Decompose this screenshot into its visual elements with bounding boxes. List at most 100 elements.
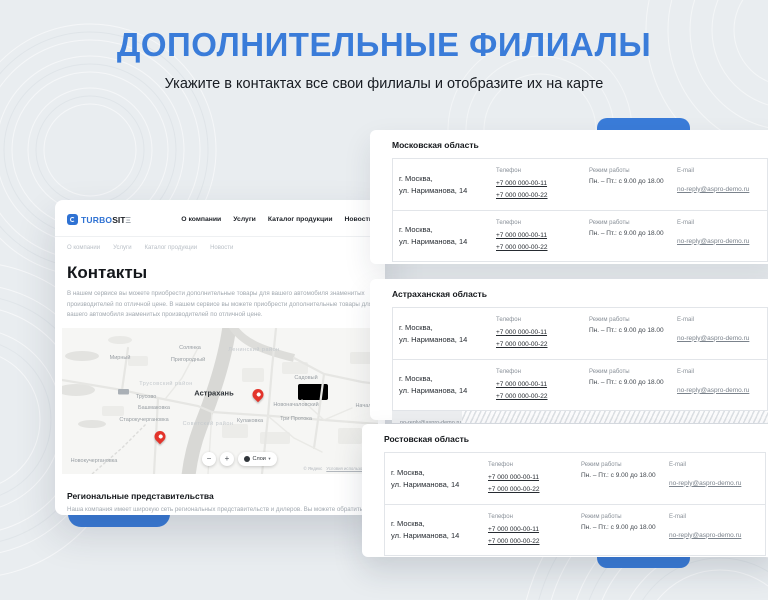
branch-address: г. Москва, ул. Нариманова, 14 — [399, 322, 496, 354]
hours-value: Пн. – Пт.: с 9.00 до 18.00 — [589, 327, 677, 334]
email-label: E-mail — [677, 369, 767, 375]
map-controls: − + Слои ▾ — [202, 452, 277, 466]
layers-icon — [244, 456, 250, 462]
hours-value: Пн. – Пт.: с 9.00 до 18.00 — [581, 472, 669, 479]
map-zoom-in-button[interactable]: + — [220, 452, 234, 466]
branch-row: г. Москва, ул. Нариманова, 14 Телефон +7… — [385, 504, 765, 555]
region-card: Московская область г. Москва, ул. Нарима… — [370, 130, 768, 264]
branch-address: г. Москва, ул. Нариманова, 14 — [391, 518, 488, 550]
map-place-label: Новоначаловский — [273, 402, 318, 408]
nav-item[interactable]: О компании — [181, 216, 221, 223]
email-link[interactable]: no-reply@aspro-demo.ru — [669, 532, 741, 539]
branch-hours-col: Режим работы Пн. – Пт.: с 9.00 до 18.00 — [589, 369, 677, 410]
turbosite-logo-icon — [67, 214, 78, 225]
email-label: E-mail — [677, 220, 767, 226]
breadcrumb-item[interactable]: Новости — [210, 245, 233, 251]
email-link[interactable]: no-reply@aspro-demo.ru — [669, 480, 741, 487]
phone-link[interactable]: +7 000 000-00-11 — [496, 178, 589, 190]
regional-text: Наша компания имеет широкую сеть региона… — [67, 505, 373, 515]
email-label: E-mail — [677, 168, 767, 174]
email-link[interactable]: no-reply@aspro-demo.ru — [677, 186, 749, 193]
map-place-label: Солянка — [179, 345, 201, 351]
nav-item[interactable]: Новости — [345, 216, 374, 223]
map-place-label: Новокучергановка — [71, 458, 118, 464]
phone-link[interactable]: +7 000 000-00-22 — [488, 536, 581, 548]
region-title: Московская область — [392, 140, 768, 150]
email-link[interactable]: no-reply@aspro-demo.ru — [677, 335, 749, 342]
branch-table: г. Москва, ул. Нариманова, 14 Телефон +7… — [384, 452, 766, 556]
breadcrumb-item[interactable]: Услуги — [113, 245, 131, 251]
layers-label: Слои — [253, 456, 266, 462]
map-layers-button[interactable]: Слои ▾ — [238, 452, 277, 466]
map-place-label: Три Протока — [280, 416, 312, 422]
hours-label: Режим работы — [589, 317, 677, 323]
branch-row: г. Москва, ул. Нариманова, 14 Телефон +7… — [393, 308, 767, 359]
branch-phone-col: Телефон +7 000 000-00-11 +7 000 000-00-2… — [488, 514, 581, 555]
site-header: TURBOSITΞ О компании Услуги Каталог продук… — [55, 200, 385, 237]
map-place-label: Мирный — [110, 355, 131, 361]
phone-link[interactable]: +7 000 000-00-11 — [496, 327, 589, 339]
branch-phone-col: Телефон +7 000 000-00-11 +7 000 000-00-2… — [496, 317, 589, 359]
branch-row: г. Москва, ул. Нариманова, 14 Телефон +7… — [393, 359, 767, 410]
phone-link[interactable]: +7 000 000-00-22 — [488, 484, 581, 496]
phone-link[interactable]: +7 000 000-00-11 — [496, 230, 589, 242]
hours-value: Пн. – Пт.: с 9.00 до 18.00 — [581, 524, 669, 531]
region-card: Астраханская область г. Москва, ул. Нари… — [370, 279, 768, 420]
branch-hours-col: Режим работы Пн. – Пт.: с 9.00 до 18.00 — [581, 514, 669, 555]
map-place-label: Башмаковка — [138, 405, 170, 411]
breadcrumb-item[interactable]: Каталог продукции — [145, 245, 198, 251]
map-place-label: Советский район — [183, 421, 234, 427]
branch-row: г. Москва, ул. Нариманова, 14 Телефон +7… — [393, 159, 767, 210]
map-place-label: Трусовский район — [139, 381, 193, 387]
branch-email-col: E-mail no-reply@aspro-demo.ru — [669, 462, 765, 504]
phone-label: Телефон — [496, 168, 589, 174]
map-place-label: Ленинский район — [228, 347, 279, 353]
email-link[interactable]: no-reply@aspro-demo.ru — [677, 387, 749, 394]
branch-address: г. Москва, ул. Нариманова, 14 — [399, 373, 496, 405]
map[interactable]: Солянка Мирный Пригородный Ленинский район С… — [62, 328, 378, 474]
nav-item[interactable]: Каталог продукции — [268, 216, 333, 223]
phone-link[interactable]: +7 000 000-00-11 — [488, 472, 581, 484]
phone-label: Телефон — [496, 220, 589, 226]
hero-title: ДОПОЛНИТЕЛЬНЫЕ ФИЛИАЛЫ — [0, 26, 768, 64]
hours-value: Пн. – Пт.: с 9.00 до 18.00 — [589, 178, 677, 185]
phone-label: Телефон — [488, 514, 581, 520]
hours-value: Пн. – Пт.: с 9.00 до 18.00 — [589, 230, 677, 237]
hero-subtitle: Укажите в контактах все свои филиалы и о… — [0, 76, 768, 92]
hours-value: Пн. – Пт.: с 9.00 до 18.00 — [589, 379, 677, 386]
branch-hours-col: Режим работы Пн. – Пт.: с 9.00 до 18.00 — [589, 168, 677, 210]
hours-label: Режим работы — [589, 168, 677, 174]
phone-link[interactable]: +7 000 000-00-11 — [488, 524, 581, 536]
map-copyright: © Яндекс — [303, 466, 322, 471]
branch-table: г. Москва, ул. Нариманова, 14 Телефон +7… — [392, 307, 768, 411]
phone-link[interactable]: +7 000 000-00-22 — [496, 339, 589, 351]
intro-text: В нашем сервисе вы можете приобрести доп… — [67, 289, 373, 321]
branch-phone-col: Телефон +7 000 000-00-11 +7 000 000-00-2… — [496, 168, 589, 210]
branch-email-col: E-mail no-reply@aspro-demo.ru — [677, 168, 767, 210]
map-zoom-out-button[interactable]: − — [202, 452, 216, 466]
branch-email-col: E-mail no-reply@aspro-demo.ru — [677, 317, 767, 359]
branch-table: г. Москва, ул. Нариманова, 14 Телефон +7… — [392, 158, 768, 262]
site-window: TURBOSITΞ О компании Услуги Каталог продук… — [55, 200, 385, 515]
region-title: Астраханская область — [392, 289, 768, 299]
hours-label: Режим работы — [581, 514, 669, 520]
branch-email-col: E-mail no-reply@aspro-demo.ru — [677, 369, 767, 410]
email-link[interactable]: no-reply@aspro-demo.ru — [677, 238, 749, 245]
phone-link[interactable]: +7 000 000-00-11 — [496, 379, 589, 391]
map-place-label: Трусово — [136, 394, 157, 400]
map-place-label: Пригородный — [171, 357, 205, 363]
email-label: E-mail — [669, 462, 765, 468]
phone-link[interactable]: +7 000 000-00-22 — [496, 391, 589, 403]
site-logo[interactable]: TURBOSITΞ — [67, 210, 131, 228]
phone-link[interactable]: +7 000 000-00-22 — [496, 242, 589, 254]
branch-address: г. Москва, ул. Нариманова, 14 — [391, 467, 488, 499]
regional-title: Региональные представительства — [67, 491, 373, 501]
region-title: Ростовская область — [384, 434, 766, 444]
map-place-label: Садовый — [294, 375, 317, 381]
nav-item[interactable]: Услуги — [233, 216, 256, 223]
phone-link[interactable]: +7 000 000-00-22 — [496, 190, 589, 202]
breadcrumb-item[interactable]: О компании — [67, 245, 100, 251]
email-link[interactable]: no-reply@aspro-demo.ru — [400, 418, 461, 423]
branch-phone-col: Телефон +7 000 000-00-11 +7 000 000-00-2… — [488, 462, 581, 504]
hours-label: Режим работы — [581, 462, 669, 468]
